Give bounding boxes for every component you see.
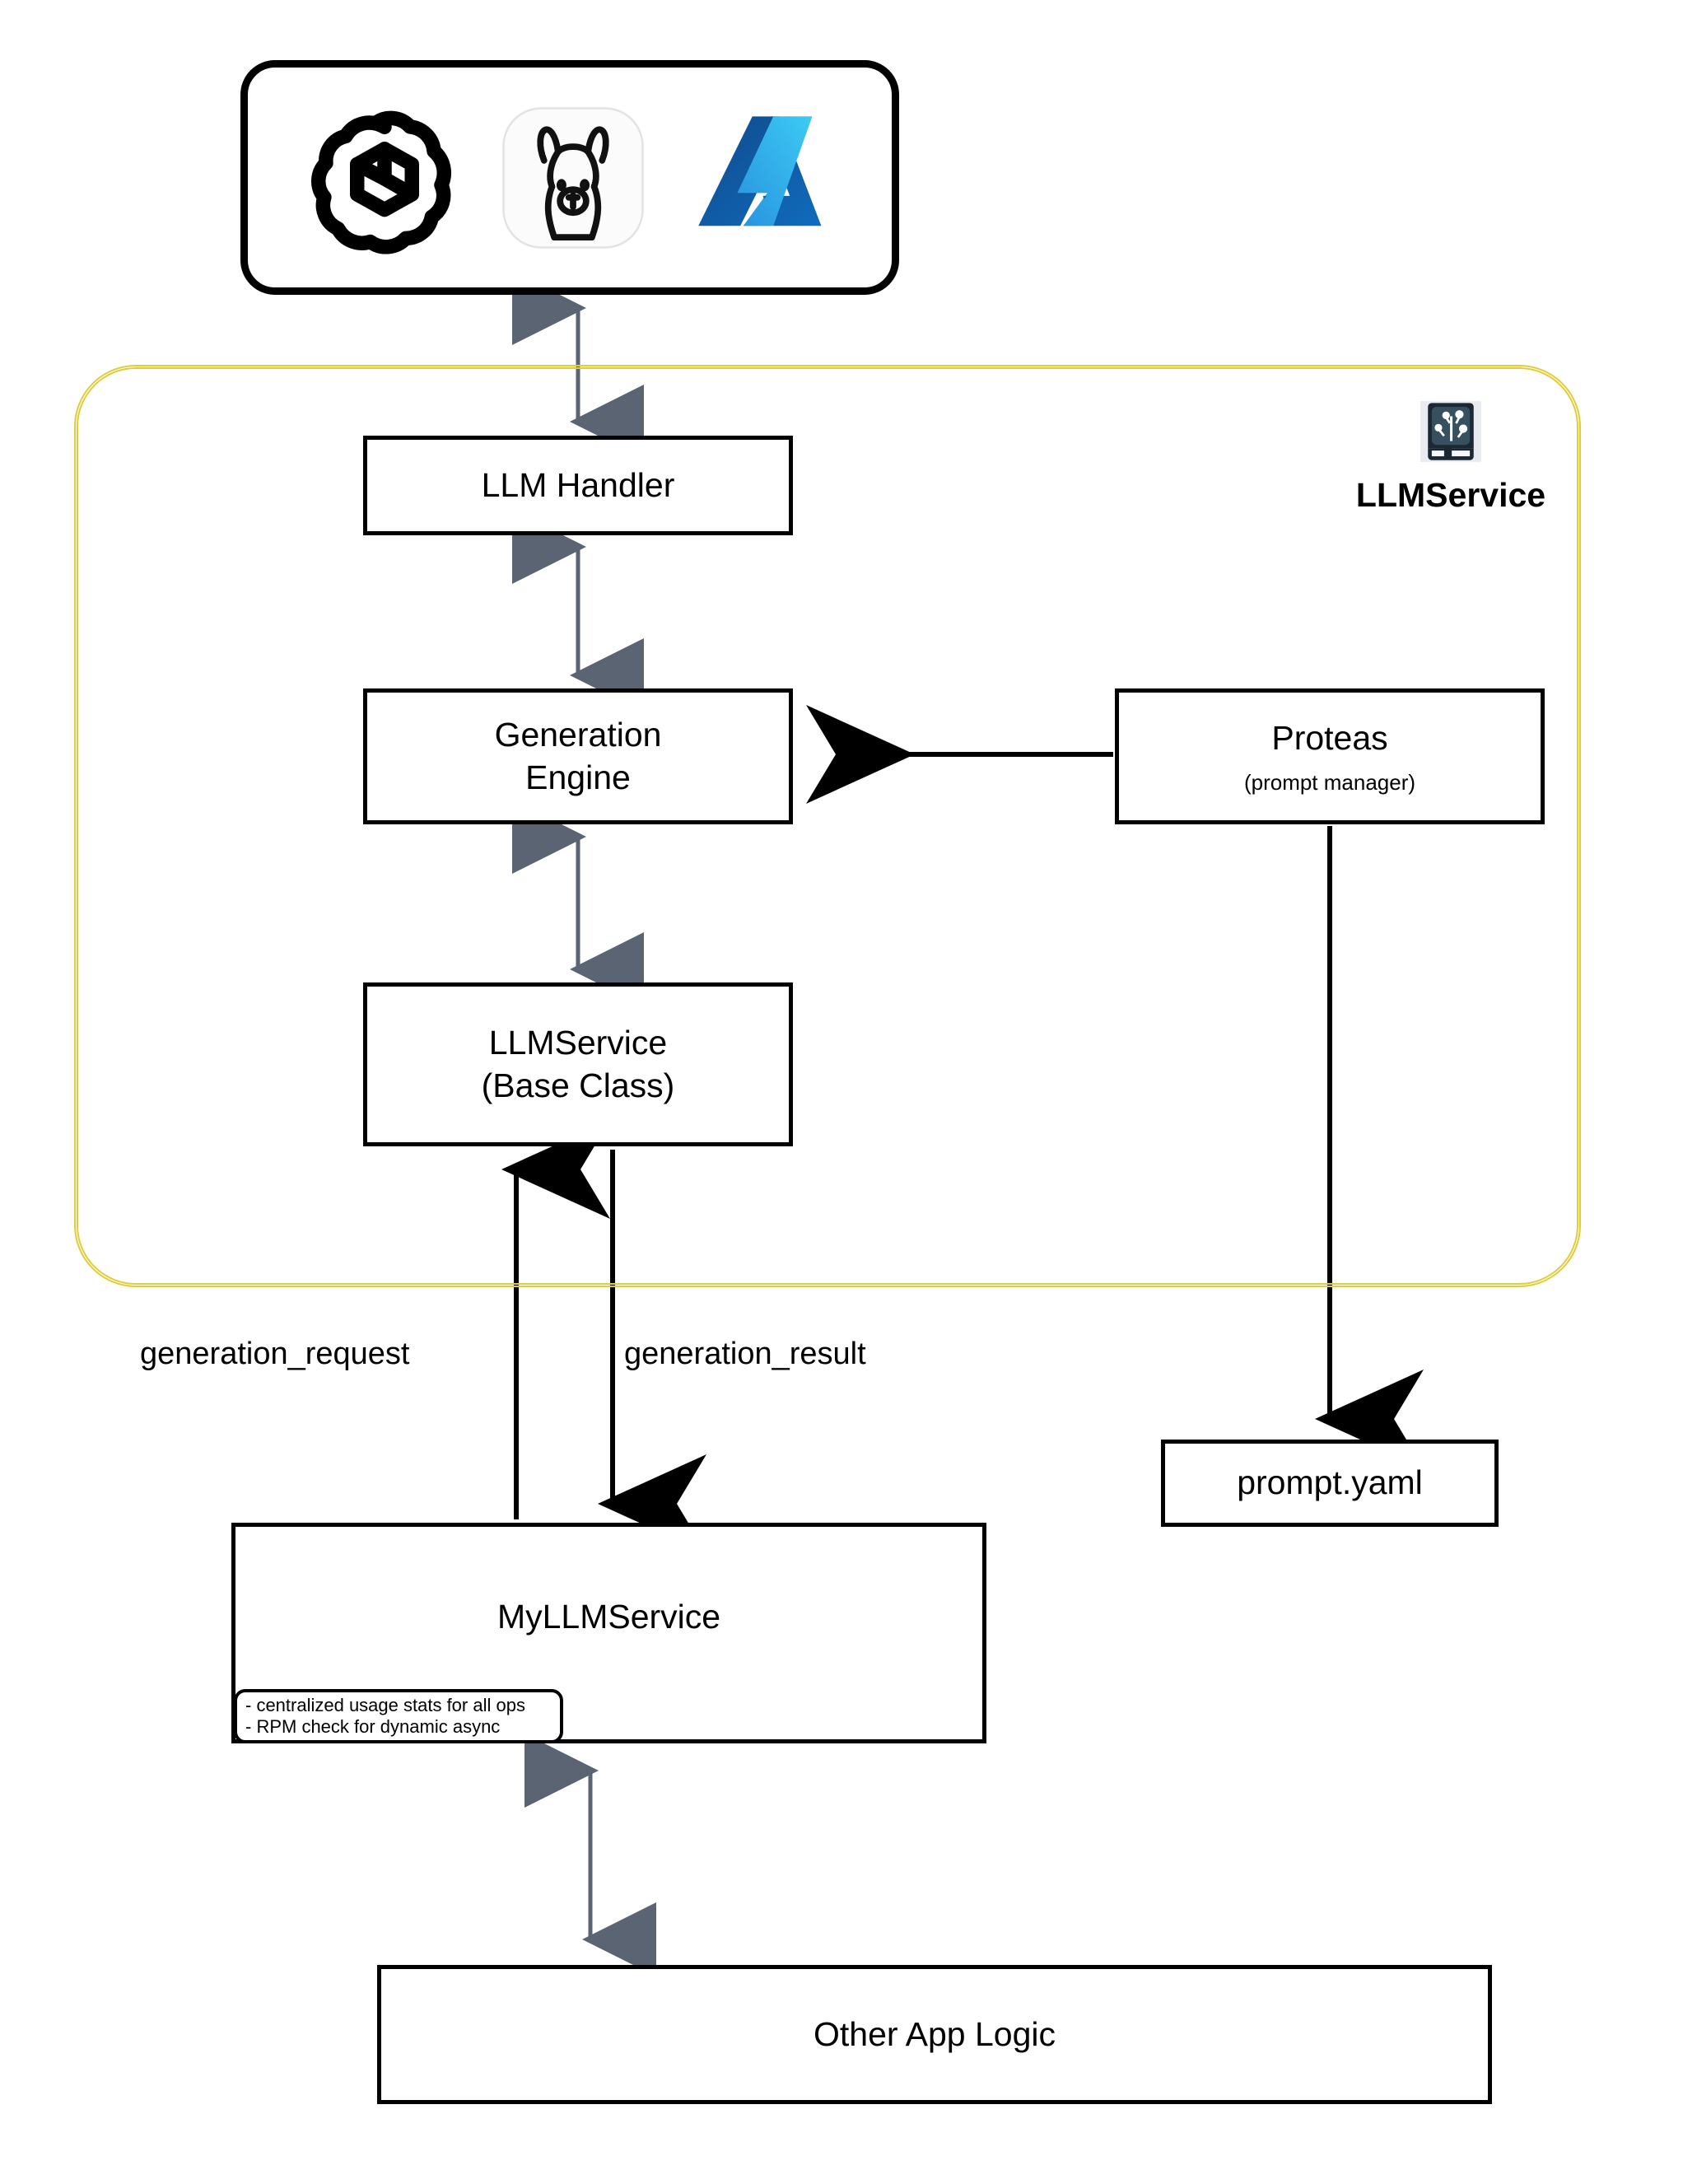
node-other-app-logic-title: Other App Logic [813, 2014, 1056, 2053]
node-proteas-subtitle: (prompt manager) [1243, 769, 1416, 795]
node-base-class-line1: LLMService [488, 1024, 668, 1062]
node-my-llm-service[interactable]: MyLLMService - centralized usage stats f… [231, 1523, 986, 1743]
node-proteas[interactable]: Proteas (prompt manager) [1115, 688, 1545, 824]
book-network-icon [1420, 401, 1481, 462]
node-base-class-line2: (Base Class) [481, 1066, 675, 1104]
node-llm-handler-title: LLM Handler [481, 465, 675, 504]
llm-providers-box [240, 60, 899, 295]
azure-logo [683, 103, 833, 253]
node-my-llm-service-title: MyLLMService [497, 1598, 721, 1636]
node-generation-engine[interactable]: Generation Engine [363, 688, 793, 824]
llmservice-badge: LLMService [1327, 401, 1574, 520]
llmservice-badge-label: LLMService [1355, 476, 1546, 514]
edge-label-generation-request: generation_request [140, 1337, 410, 1371]
node-prompt-yaml[interactable]: prompt.yaml [1161, 1440, 1499, 1527]
node-prompt-yaml-title: prompt.yaml [1237, 1463, 1423, 1502]
node-proteas-title: Proteas [1271, 718, 1388, 757]
my-llm-service-notes: - centralized usage stats for all ops - … [234, 1689, 563, 1743]
my-llm-service-note-2: - RPM check for dynamic async [245, 1716, 501, 1737]
node-generation-engine-line2: Engine [525, 758, 631, 796]
node-generation-engine-line1: Generation [494, 716, 662, 754]
node-llm-handler[interactable]: LLM Handler [363, 436, 793, 535]
ollama-llama-logo [501, 105, 646, 250]
edge-label-generation-result: generation_result [624, 1337, 866, 1371]
openai-logo [306, 100, 463, 256]
node-llmservice-base-class[interactable]: LLMService (Base Class) [363, 982, 793, 1146]
node-other-app-logic[interactable]: Other App Logic [377, 1965, 1492, 2104]
my-llm-service-note-1: - centralized usage stats for all ops [245, 1695, 525, 1716]
diagram-canvas: LLMService LLM Handler Generation Engine… [0, 0, 1683, 2184]
